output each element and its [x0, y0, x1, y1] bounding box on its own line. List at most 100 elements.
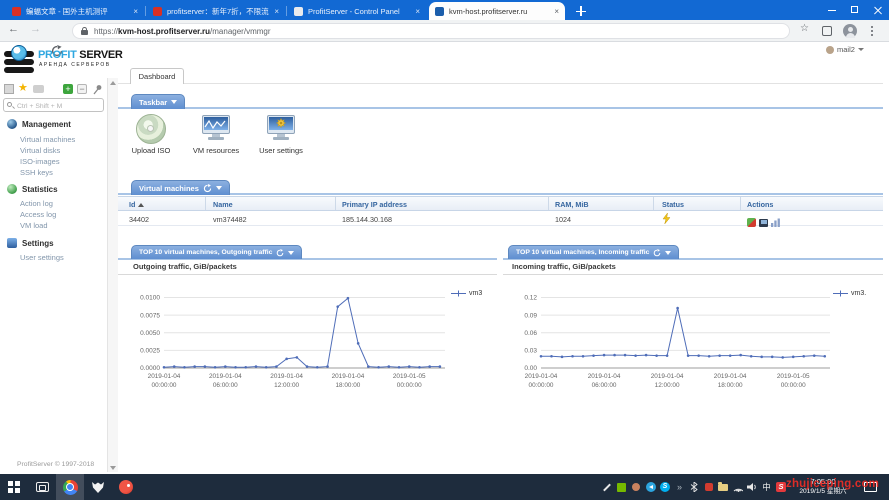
svg-text:12:00:00: 12:00:00	[655, 382, 680, 389]
shortcut-user-settings[interactable]: User settings	[250, 112, 312, 155]
task-view-button[interactable]	[28, 474, 56, 500]
cell-ram: 1024	[555, 215, 571, 224]
camera-icon[interactable]	[33, 85, 44, 93]
chart-legend[interactable]: vm3.	[833, 290, 866, 297]
logo-subtitle: АРЕНДА СЕРВЕРОВ	[39, 62, 111, 68]
tray-folder-icon[interactable]	[718, 482, 728, 492]
taskbar-wolf-app-button[interactable]	[84, 474, 112, 500]
column-ram[interactable]: RAM, MiB	[555, 200, 589, 209]
account-menu[interactable]: mail2	[826, 45, 864, 54]
chevron-down-icon[interactable]	[216, 186, 222, 190]
browser-tab-2[interactable]: profitserver：新年7折，不限流 ×	[147, 2, 285, 20]
refresh-icon[interactable]	[276, 249, 284, 257]
browser-tab-3[interactable]: ProfitServer - Control Panel ×	[288, 2, 426, 20]
new-tab-button[interactable]	[572, 4, 590, 18]
bookmark-star-icon[interactable]: ☆	[800, 23, 809, 34]
tray-nvidia-icon[interactable]	[617, 482, 627, 492]
tab4-favicon	[435, 7, 444, 16]
start-button[interactable]	[0, 474, 28, 500]
scroll-down-icon[interactable]	[110, 466, 116, 470]
tab2-close-icon[interactable]: ×	[274, 7, 279, 16]
column-name[interactable]: Name	[213, 200, 233, 209]
tab-dashboard[interactable]: Dashboard	[130, 68, 184, 84]
tray-pen-icon[interactable]	[602, 482, 612, 492]
tab1-close-icon[interactable]: ×	[133, 7, 138, 16]
sidebar-item-iso-images[interactable]: ISO-images	[20, 157, 60, 166]
tray-chevrons-icon[interactable]: »	[675, 482, 685, 492]
tray-skype-icon[interactable]: S	[660, 482, 670, 492]
section-settings[interactable]: Settings	[7, 238, 54, 248]
scroll-up-icon[interactable]	[110, 81, 116, 85]
shortcut-vm-resources[interactable]: VM resources	[185, 112, 247, 155]
tray-volume-icon[interactable]	[747, 482, 757, 492]
tray-network-icon[interactable]	[733, 482, 743, 492]
stats-action-icon[interactable]	[771, 218, 780, 227]
panel-title: Virtual machines	[139, 184, 199, 193]
taskbar-bird-app-button[interactable]	[112, 474, 140, 500]
refresh-icon[interactable]	[203, 184, 212, 193]
tab3-close-icon[interactable]: ×	[415, 7, 420, 16]
chevron-down-icon[interactable]	[171, 100, 177, 104]
cell-name: vm374482	[213, 215, 247, 224]
tray-language-indicator[interactable]: 中	[762, 482, 772, 492]
browser-tab-1[interactable]: 蝙蝠文章 - 国外主机测评 ×	[6, 2, 144, 20]
column-id[interactable]: Id	[129, 200, 144, 209]
vnc-action-icon[interactable]	[759, 219, 768, 227]
logo-wordmark: PROFIT SERVER	[38, 49, 123, 61]
panel-incoming-header[interactable]: TOP 10 virtual machines, Incoming traffi…	[508, 245, 679, 259]
window-close-button[interactable]	[867, 0, 889, 20]
browser-tab-active[interactable]: kvm-host.profitserver.ru ×	[429, 2, 565, 20]
tray-bluetooth-icon[interactable]	[689, 482, 699, 492]
sidebar-item-action-log[interactable]: Action log	[20, 199, 53, 208]
taskbar-chrome-button[interactable]	[56, 474, 84, 500]
favorites-star-icon[interactable]: ★	[18, 81, 28, 92]
power-action-icon[interactable]	[747, 218, 756, 227]
panel-title: TOP 10 virtual machines, Incoming traffi…	[516, 249, 649, 256]
svg-text:2019-01-04: 2019-01-04	[332, 373, 365, 380]
expand-plus-icon[interactable]: +	[63, 84, 73, 94]
panel-vm-header[interactable]: Virtual machines	[131, 180, 230, 195]
browser-menu-icon[interactable]	[871, 26, 873, 36]
refresh-icon[interactable]	[653, 249, 661, 257]
url-bar[interactable]: https://kvm-host.profitserver.ru/manager…	[72, 23, 790, 39]
search-input[interactable]	[15, 99, 105, 113]
tab4-close-icon[interactable]: ×	[554, 7, 559, 16]
sidebar-item-virtual-disks[interactable]: Virtual disks	[20, 146, 60, 155]
back-icon[interactable]: ←	[8, 23, 19, 35]
section-management[interactable]: Management	[7, 119, 71, 129]
sidebar-scrollbar[interactable]	[107, 78, 118, 472]
panel-taskbar-header[interactable]: Taskbar	[131, 94, 185, 109]
padlock-icon[interactable]	[81, 27, 88, 35]
panel-title: Taskbar	[139, 98, 167, 107]
svg-text:0.0000: 0.0000	[140, 365, 160, 372]
column-ip[interactable]: Primary IP address	[342, 200, 407, 209]
panel-outgoing-header[interactable]: TOP 10 virtual machines, Outgoing traffi…	[131, 245, 302, 259]
windows-logo-icon	[8, 481, 20, 493]
sidebar-item-access-log[interactable]: Access log	[20, 210, 56, 219]
svg-text:2019-01-04: 2019-01-04	[651, 373, 684, 380]
account-caret-icon	[858, 48, 864, 51]
tray-telegram-icon[interactable]	[646, 482, 656, 492]
column-status[interactable]: Status	[662, 200, 684, 209]
chevron-down-icon[interactable]	[288, 251, 294, 255]
pin-icon[interactable]	[92, 84, 103, 95]
column-actions[interactable]: Actions	[747, 200, 773, 209]
sidebar-item-user-settings[interactable]: User settings	[20, 253, 64, 262]
window-maximize-button[interactable]	[844, 0, 866, 20]
chevron-down-icon[interactable]	[665, 251, 671, 255]
chart-legend[interactable]: vm3	[451, 290, 482, 297]
panels-icon[interactable]	[4, 84, 14, 94]
collapse-minus-icon[interactable]: −	[77, 84, 87, 94]
extension-icon[interactable]	[822, 26, 832, 36]
sidebar-item-vm-load[interactable]: VM load	[20, 221, 48, 230]
sidebar-item-virtual-machines[interactable]: Virtual machines	[20, 135, 75, 144]
window-minimize-button[interactable]	[821, 0, 843, 20]
shortcut-upload-iso[interactable]: Upload ISO	[120, 112, 182, 155]
vm-table-row[interactable]: 34402 vm374482 185.144.30.168 1024	[118, 211, 883, 226]
sidebar-item-ssh-keys[interactable]: SSH keys	[20, 168, 53, 177]
forward-icon[interactable]: →	[30, 23, 41, 35]
tray-red-icon[interactable]	[704, 482, 714, 492]
section-statistics[interactable]: Statistics	[7, 184, 58, 194]
profile-avatar[interactable]	[843, 24, 857, 38]
tray-user-icon[interactable]	[631, 482, 641, 492]
